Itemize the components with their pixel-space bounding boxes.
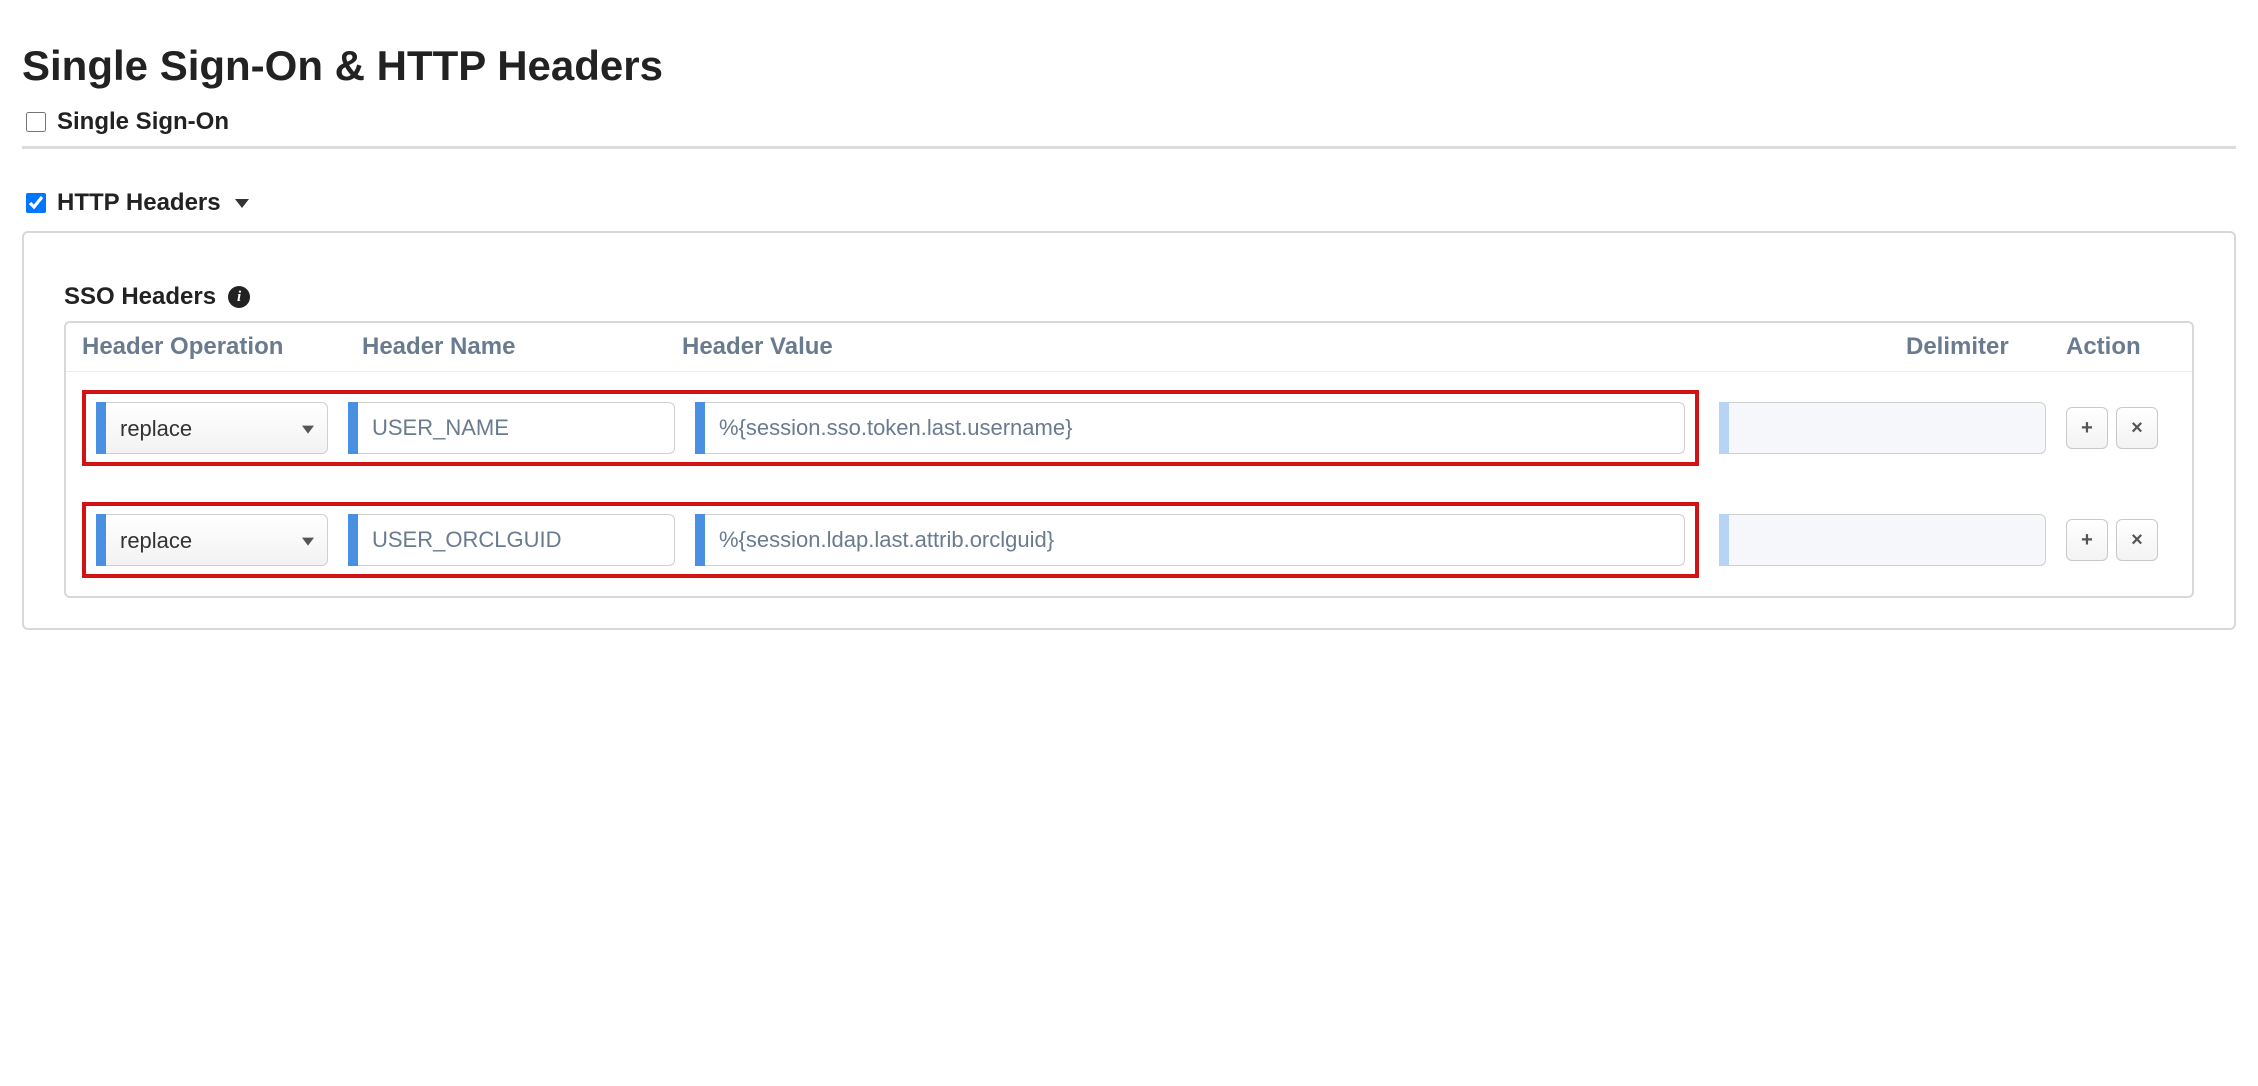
field-accent-bar [348, 402, 358, 454]
header-name-input[interactable] [358, 402, 675, 454]
header-value-input[interactable] [705, 514, 1685, 566]
plus-icon: + [2081, 529, 2093, 552]
headers-grid: Header Operation Header Name Header Valu… [64, 321, 2194, 598]
field-accent-bar [96, 402, 106, 454]
header-name-input[interactable] [358, 514, 675, 566]
remove-row-button[interactable]: × [2116, 407, 2158, 449]
col-header-action: Action [2066, 333, 2176, 361]
page-title: Single Sign-On & HTTP Headers [22, 42, 2236, 90]
panel-heading: SSO Headers i [64, 283, 2194, 311]
section-http-headers[interactable]: HTTP Headers [22, 189, 2236, 217]
action-buttons: + × [2066, 407, 2176, 449]
header-value-field [695, 514, 1685, 566]
add-row-button[interactable]: + [2066, 519, 2108, 561]
field-accent-bar [1719, 514, 1729, 566]
plus-icon: + [2081, 417, 2093, 440]
info-icon[interactable]: i [228, 286, 250, 308]
col-header-operation: Header Operation [82, 333, 342, 361]
header-operation-select[interactable]: replace [106, 402, 328, 454]
header-name-field [348, 402, 675, 454]
chevron-down-icon[interactable] [235, 199, 249, 208]
field-accent-bar [348, 514, 358, 566]
header-operation-field: replace [96, 514, 328, 566]
highlighted-group: replace [82, 390, 1699, 466]
field-accent-bar [1719, 402, 1729, 454]
action-buttons: + × [2066, 519, 2176, 561]
col-header-name: Header Name [362, 333, 662, 361]
sso-checkbox[interactable] [26, 112, 46, 132]
delimiter-field [1719, 514, 2046, 566]
header-value-input[interactable] [705, 402, 1685, 454]
divider [22, 146, 2236, 149]
grid-header-row: Header Operation Header Name Header Valu… [66, 323, 2192, 372]
remove-row-button[interactable]: × [2116, 519, 2158, 561]
add-row-button[interactable]: + [2066, 407, 2108, 449]
table-row: replace [66, 372, 2192, 484]
header-name-field [348, 514, 675, 566]
field-accent-bar [695, 402, 705, 454]
table-row: replace [66, 484, 2192, 596]
col-header-delimiter: Delimiter [1906, 333, 2046, 361]
delimiter-field [1719, 402, 2046, 454]
field-accent-bar [695, 514, 705, 566]
delimiter-input[interactable] [1729, 402, 2046, 454]
header-value-field [695, 402, 1685, 454]
close-icon: × [2131, 417, 2143, 440]
close-icon: × [2131, 529, 2143, 552]
http-headers-checkbox[interactable] [26, 193, 46, 213]
delimiter-input[interactable] [1729, 514, 2046, 566]
col-header-value: Header Value [682, 333, 1886, 361]
highlighted-group: replace [82, 502, 1699, 578]
sso-label: Single Sign-On [57, 108, 229, 136]
page-root: Single Sign-On & HTTP Headers Single Sig… [0, 0, 2258, 654]
panel-heading-label: SSO Headers [64, 283, 216, 311]
header-operation-field: replace [96, 402, 328, 454]
http-headers-panel: SSO Headers i Header Operation Header Na… [22, 231, 2236, 630]
section-sso: Single Sign-On [22, 108, 2236, 136]
header-operation-select[interactable]: replace [106, 514, 328, 566]
http-headers-label: HTTP Headers [57, 189, 221, 217]
field-accent-bar [96, 514, 106, 566]
